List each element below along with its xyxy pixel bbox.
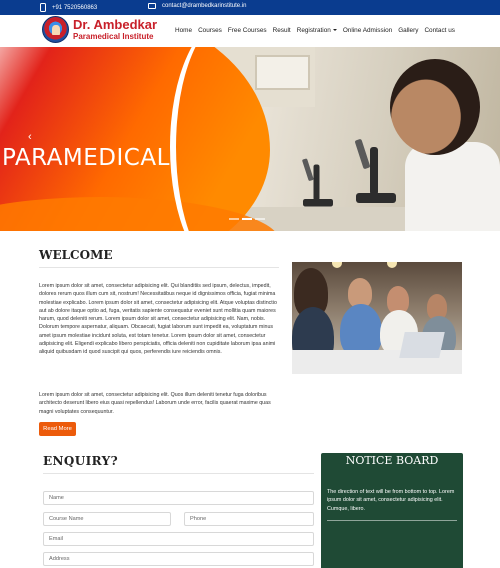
contact-email[interactable]: contact@drambedkarinstitute.in xyxy=(148,3,246,9)
slide-indicator[interactable] xyxy=(229,218,239,220)
slide-indicator[interactable] xyxy=(255,218,265,220)
phone-field[interactable]: Phone xyxy=(184,512,314,526)
mobile-phone-icon xyxy=(40,3,46,12)
notice-board: NOTICE BOARD The direction of text will … xyxy=(321,453,463,568)
microscope-arm xyxy=(313,164,320,201)
hero-white-curve xyxy=(170,47,290,231)
laptop xyxy=(399,332,445,358)
email-field[interactable]: Email xyxy=(43,532,314,546)
microscope-tube xyxy=(301,158,314,182)
students-photo xyxy=(292,262,462,374)
course-name-field[interactable]: Course Name xyxy=(43,512,171,526)
notice-text: The direction of text will be from botto… xyxy=(327,489,455,512)
scientist-figure xyxy=(405,142,500,231)
welcome-paragraph-1: Lorem ipsum dolor sit amet, consectetur … xyxy=(39,283,277,356)
top-info-bar: +91 7520560863 contact@drambedkarinstitu… xyxy=(0,0,500,15)
site-header: Dr. Ambedkar Paramedical Institute Home … xyxy=(0,15,500,47)
divider xyxy=(43,473,314,474)
brand-name[interactable]: Dr. Ambedkar xyxy=(73,17,157,32)
nav-home[interactable]: Home xyxy=(175,27,192,34)
notice-board-title: NOTICE BOARD xyxy=(345,454,439,467)
welcome-heading: WELCOME xyxy=(39,248,113,262)
lamp xyxy=(332,262,342,268)
nav-result[interactable]: Result xyxy=(273,27,291,34)
nav-free-courses[interactable]: Free Courses xyxy=(228,27,267,34)
address-field[interactable]: Address xyxy=(43,552,314,566)
phone-text[interactable]: +91 7520560863 xyxy=(52,5,97,11)
microscope-base xyxy=(303,199,333,207)
nav-contact[interactable]: Contact us xyxy=(424,27,455,34)
hero-title: PARAMEDICAL xyxy=(2,145,170,171)
main-nav: Home Courses Free Courses Result Registr… xyxy=(175,27,455,34)
caret-down-icon xyxy=(332,29,337,32)
microscope-tube xyxy=(354,138,371,170)
hero-slider: ‹ PARAMEDICAL xyxy=(0,47,500,231)
nav-registration[interactable]: Registration xyxy=(297,27,337,34)
microscope-graphic xyxy=(301,157,333,210)
scientist-head xyxy=(390,59,480,155)
envelope-icon xyxy=(148,3,156,9)
enquiry-heading: ENQUIRY? xyxy=(43,454,119,468)
name-field[interactable]: Name xyxy=(43,491,314,505)
institute-logo[interactable] xyxy=(42,16,69,43)
brand-subtitle[interactable]: Paramedical Institute xyxy=(73,32,153,41)
nav-gallery[interactable]: Gallery xyxy=(398,27,418,34)
slide-indicator-active[interactable] xyxy=(242,218,252,220)
contact-phone[interactable]: +91 7520560863 xyxy=(40,3,97,12)
read-more-button[interactable]: Read More xyxy=(39,422,76,436)
microscope-base xyxy=(356,193,396,203)
divider xyxy=(39,267,279,268)
email-text[interactable]: contact@drambedkarinstitute.in xyxy=(162,3,246,9)
welcome-paragraph-2: Lorem ipsum dolor sit amet, consectetur … xyxy=(39,392,271,415)
lamp xyxy=(387,262,397,268)
nav-courses[interactable]: Courses xyxy=(198,27,222,34)
slide-indicators xyxy=(229,218,265,220)
microscope-graphic xyxy=(354,137,396,207)
nav-registration-label[interactable]: Registration xyxy=(297,27,331,34)
microscope-arm xyxy=(370,147,378,195)
nav-online-admission[interactable]: Online Admission xyxy=(343,27,392,34)
notice-divider xyxy=(327,520,457,521)
chevron-left-icon[interactable]: ‹ xyxy=(28,131,32,143)
